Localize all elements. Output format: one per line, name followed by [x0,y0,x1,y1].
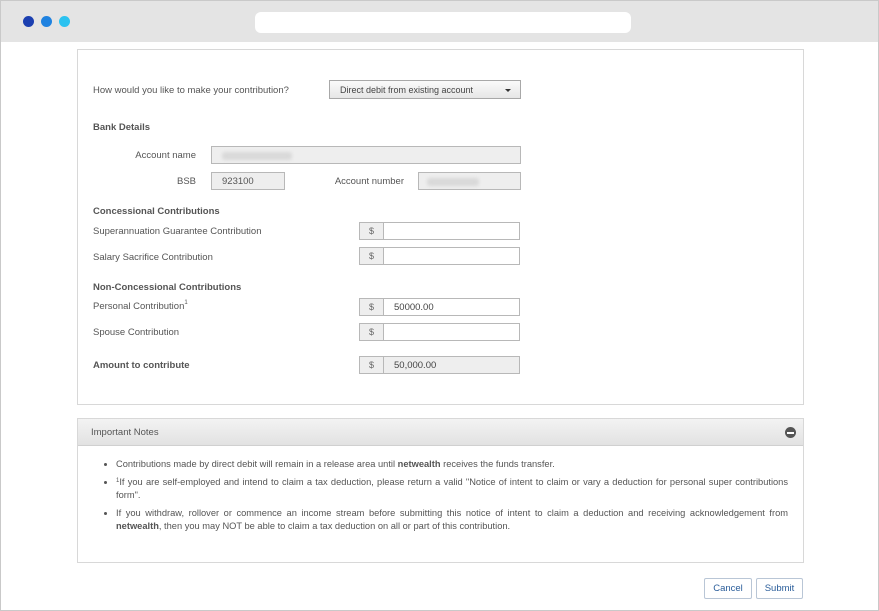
sg-contribution-input[interactable] [383,222,520,240]
note-item: Contributions made by direct debit will … [116,458,788,471]
account-name-label: Account name [135,150,196,161]
bsb-field: 923100 [211,172,285,190]
redacted-blur [427,178,479,186]
bsb-label: BSB [176,176,196,187]
personal-contribution-field: $ 50000.00 [359,298,521,316]
collapse-icon[interactable] [785,427,796,438]
amount-to-contribute-value: 50,000.00 [383,356,520,374]
footnote-marker: 1 [184,300,188,306]
contribution-form-panel: How would you like to make your contribu… [77,49,804,405]
account-number-field [418,172,521,190]
spouse-contribution-field: $ [359,323,521,341]
window-close-dot-icon[interactable] [23,16,34,27]
chevron-down-icon [505,89,511,92]
non-concessional-heading: Non-Concessional Contributions [93,282,242,293]
dollar-prefix: $ [359,356,384,374]
bank-details-heading: Bank Details [93,122,151,133]
important-notes-title: Important Notes [91,427,159,438]
concessional-heading: Concessional Contributions [93,206,220,217]
account-number-label: Account number [334,176,404,187]
submit-button[interactable]: Submit [756,578,803,599]
note-item: If you withdraw, rollover or commence an… [116,507,788,533]
personal-contribution-input[interactable]: 50000.00 [383,298,520,316]
footnote-marker: 1 [116,478,120,484]
dollar-prefix: $ [359,247,384,265]
sg-contribution-label: Superannuation Guarantee Contribution [93,226,262,237]
contribution-method-select[interactable]: Direct debit from existing account [329,80,521,99]
notes-list: Contributions made by direct debit will … [102,458,788,538]
important-notes-header[interactable]: Important Notes [78,419,803,446]
salary-sacrifice-input[interactable] [383,247,520,265]
amount-to-contribute-field: $ 50,000.00 [359,356,521,374]
salary-sacrifice-label: Salary Sacrifice Contribution [93,252,213,263]
dollar-prefix: $ [359,323,384,341]
cancel-button[interactable]: Cancel [704,578,752,599]
redacted-blur [222,152,292,160]
salary-sacrifice-field: $ [359,247,521,265]
note-item: 1If you are self-employed and intend to … [116,476,788,502]
contribution-method-question: How would you like to make your contribu… [93,85,289,96]
spouse-contribution-input[interactable] [383,323,520,341]
personal-contribution-label: Personal Contribution1 [93,300,188,312]
spouse-contribution-label: Spouse Contribution [93,327,180,338]
contribution-method-selected-value: Direct debit from existing account [340,85,474,95]
title-bar [1,1,878,42]
important-notes-panel: Important Notes Contributions made by di… [77,418,804,563]
amount-to-contribute-label: Amount to contribute [93,360,190,371]
window-maximize-dot-icon[interactable] [59,16,70,27]
account-name-field [211,146,521,164]
address-bar[interactable] [255,12,631,33]
dollar-prefix: $ [359,222,384,240]
sg-contribution-field: $ [359,222,521,240]
window-minimize-dot-icon[interactable] [41,16,52,27]
dollar-prefix: $ [359,298,384,316]
